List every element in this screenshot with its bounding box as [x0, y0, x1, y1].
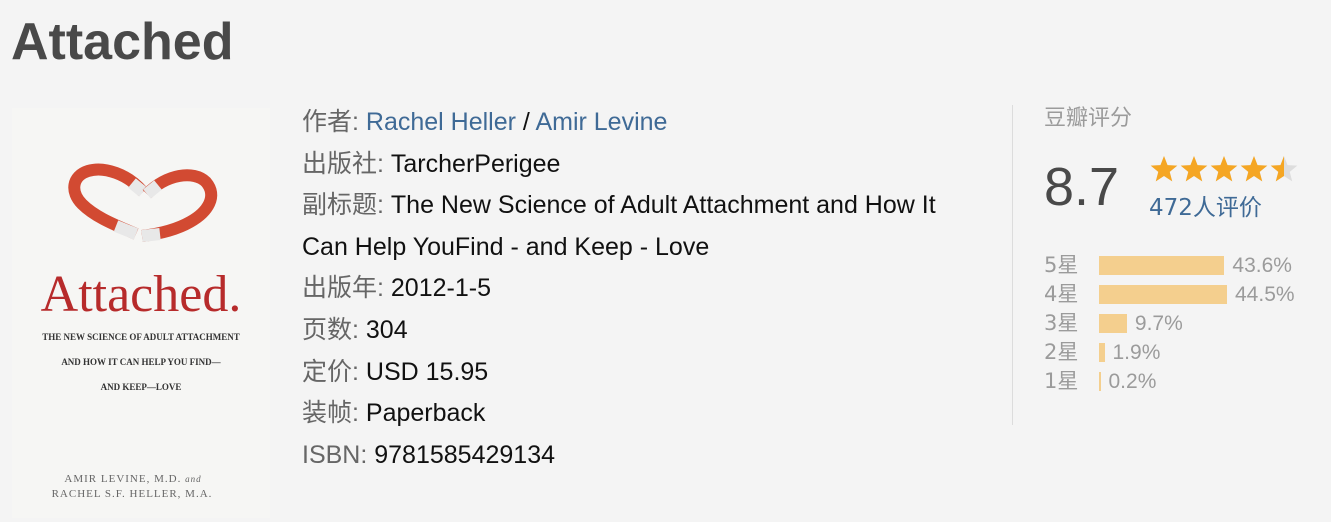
info-row-isbn: ISBN: 9781585429134 [302, 435, 992, 477]
rating-panel: 豆瓣评分 8.7 472人评价 5星 43.6% 4星 44.5% 3星 9.7% 2星 1.… [1012, 105, 1313, 425]
cover-title: Attached. [41, 266, 242, 323]
rating-dist-percent: 0.2% [1108, 370, 1157, 393]
book-info: 作者: Rachel Heller / Amir Levine 出版社: Tar… [302, 102, 992, 476]
rating-dist-row: 5星 43.6% [1044, 251, 1314, 280]
rating-dist-star-label: 5星 [1044, 253, 1079, 277]
pubyear-value: 2012-1-5 [390, 274, 491, 303]
cover-subtitle-line: AND HOW IT CAN HELP YOU FIND— [61, 357, 221, 367]
rating-stars [1150, 155, 1300, 185]
cover-subtitle-line: THE NEW SCIENCE OF ADULT ATTACHMENT [42, 332, 239, 342]
info-row-binding: 装帧: Paperback [302, 393, 992, 435]
author-link-rachel-heller[interactable]: Rachel Heller [366, 108, 516, 136]
author-link-amir-levine[interactable]: Amir Levine [535, 108, 667, 136]
rating-dist-star-label: 1星 [1044, 369, 1079, 393]
rating-dist-row: 4星 44.5% [1044, 280, 1314, 309]
rating-count-link[interactable]: 472人评价 [1149, 193, 1262, 223]
rating-dist-percent: 44.5% [1235, 283, 1295, 306]
book-cover[interactable]: Attached. THE NEW SCIENCE OF ADULT ATTAC… [12, 108, 270, 518]
author-separator: / [515, 108, 536, 136]
rating-dist-percent: 9.7% [1134, 312, 1183, 335]
rating-dist-star-label: 4星 [1044, 282, 1079, 306]
rating-dist-star-label: 3星 [1044, 311, 1079, 335]
rating-dist-row: 2星 1.9% [1044, 338, 1314, 367]
star-icon [1180, 156, 1208, 182]
pages-label: 页数: [302, 315, 359, 344]
rating-dist-bar [1099, 314, 1127, 333]
price-value: USD 15.95 [365, 357, 489, 386]
rating-dist-star-label: 2星 [1044, 340, 1079, 364]
star-icon [1210, 156, 1238, 182]
heart-logo-icon [68, 163, 218, 242]
price-label: 定价: [302, 357, 359, 386]
publisher-value: TarcherPerigee [390, 149, 561, 178]
cover-author-line: AMIR LEVINE, M.D. and [64, 473, 201, 485]
cover-author-line: RACHEL S.F. HELLER, M.A. [52, 488, 213, 500]
rating-title: 豆瓣评分 [1044, 106, 1133, 131]
rating-score: 8.7 [1044, 157, 1120, 217]
star-icon [1150, 156, 1178, 182]
info-row-pubyear: 出版年: 2012-1-5 [302, 268, 992, 310]
rating-dist-bar [1099, 285, 1227, 304]
page-title: Attached [11, 13, 234, 71]
info-row-pages: 页数: 304 [302, 310, 992, 352]
pages-value: 304 [365, 315, 408, 344]
star-icon [1270, 156, 1298, 182]
subtitle-label: 副标题: [302, 191, 384, 220]
publisher-label: 出版社: [302, 149, 384, 178]
info-row-price: 定价: USD 15.95 [302, 352, 992, 394]
rating-dist-bar [1099, 372, 1101, 391]
info-row-author: 作者: Rachel Heller / Amir Levine [302, 102, 992, 144]
author-label: 作者: [302, 108, 359, 136]
binding-label: 装帧: [302, 399, 359, 428]
isbn-label: ISBN: [302, 440, 368, 469]
pubyear-label: 出版年: [302, 274, 384, 303]
rating-dist-percent: 43.6% [1232, 254, 1292, 277]
rating-dist-percent: 1.9% [1112, 341, 1161, 364]
binding-value: Paperback [365, 399, 486, 428]
rating-dist-row: 1星 0.2% [1044, 367, 1314, 396]
subtitle-value: The New Science of Adult Attachment and … [302, 191, 936, 261]
cover-subtitle-line: AND KEEP—LOVE [101, 382, 182, 392]
rating-dist-bar [1099, 256, 1225, 275]
rating-distribution: 5星 43.6% 4星 44.5% 3星 9.7% 2星 1.9% 1星 0.2% [1044, 251, 1314, 396]
info-row-publisher: 出版社: TarcherPerigee [302, 144, 992, 186]
isbn-value: 9781585429134 [374, 440, 555, 469]
rating-dist-bar [1099, 343, 1105, 362]
book-cover-art: Attached. THE NEW SCIENCE OF ADULT ATTAC… [41, 163, 242, 500]
info-row-subtitle: 副标题: The New Science of Adult Attachment… [302, 185, 977, 268]
star-icon [1240, 156, 1268, 182]
rating-dist-row: 3星 9.7% [1044, 309, 1314, 338]
